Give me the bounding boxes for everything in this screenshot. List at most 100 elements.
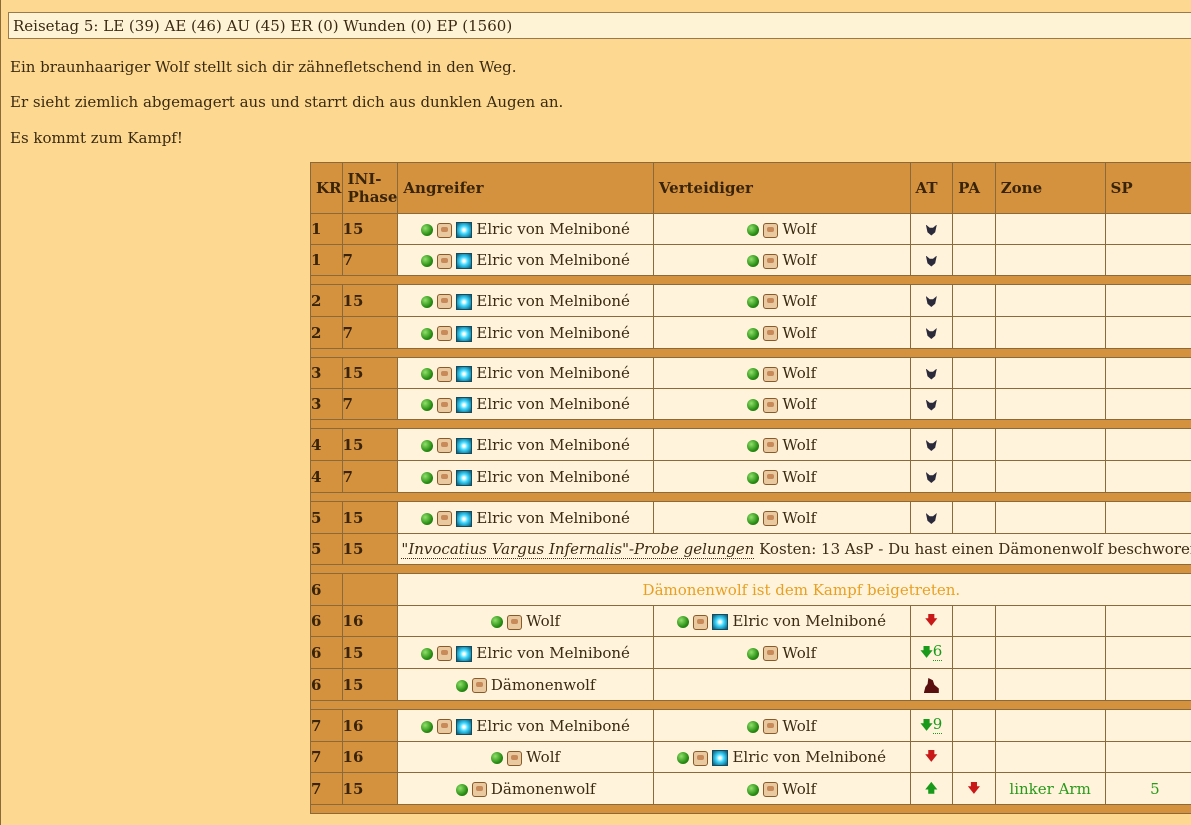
table-row: 3 7 Elric von Melniboné Wolf [310, 388, 1191, 420]
attacker-name[interactable]: Elric von Melniboné [476, 717, 629, 735]
at-cell [909, 213, 954, 245]
round-separator [309, 492, 1191, 502]
zone-cell [994, 460, 1106, 493]
green-down-arrow-icon: 🡇 [920, 717, 933, 732]
spell-cost-text: Kosten: 13 AsP - Du hast einen Dämonenwo… [754, 540, 1191, 558]
at-cell [909, 388, 954, 420]
zone-cell [994, 316, 1106, 349]
pa-cell [952, 388, 996, 420]
defender-name[interactable]: Wolf [782, 644, 816, 662]
fist-icon [437, 646, 453, 661]
defender-cell: Wolf [652, 460, 911, 493]
table-row: 4 15 Elric von Melniboné Wolf [310, 428, 1191, 461]
fist-icon [763, 294, 779, 309]
green-status-dot-icon [747, 720, 760, 733]
attacker-name[interactable]: Dämonenwolf [491, 676, 596, 694]
attacker-name[interactable]: Elric von Melniboné [476, 292, 629, 310]
at-cell [909, 316, 954, 349]
fist-icon [763, 397, 779, 413]
defender-name[interactable]: Wolf [782, 220, 816, 238]
attacker-name[interactable]: Wolf [526, 612, 560, 630]
fist-icon [763, 511, 779, 526]
defender-name[interactable]: Wolf [782, 509, 816, 527]
green-status-dot-icon [421, 255, 434, 267]
attacker-name[interactable]: Elric von Melniboné [476, 220, 629, 238]
defender-name[interactable]: Wolf [782, 717, 816, 735]
green-status-dot-icon [421, 368, 434, 380]
fist-icon [437, 366, 453, 382]
kr-cell: 1 [310, 213, 343, 245]
separator-cell [309, 564, 1191, 574]
page-frame-left [0, 0, 1, 825]
green-status-dot-icon [491, 752, 504, 764]
spell-check-link[interactable]: "Invocatius Vargus Infernalis"-Probe gel… [401, 540, 755, 559]
defender-name[interactable]: Wolf [782, 780, 816, 798]
fist-icon [437, 253, 453, 269]
separator-cell [309, 419, 1191, 429]
ini-cell: 15 [341, 284, 399, 317]
attacker-name[interactable]: Elric von Melniboné [476, 509, 629, 527]
magic-spark-icon [456, 293, 473, 310]
table-row: 1 7 Elric von Melniboné Wolf [310, 244, 1191, 276]
defender-cell: Elric von Melniboné [652, 741, 911, 773]
defender-name[interactable]: Wolf [782, 364, 816, 382]
green-status-dot-icon [747, 399, 760, 411]
at-cell: 🡇 [909, 741, 954, 773]
header-pa: PA [952, 162, 996, 214]
attacker-cell: Elric von Melniboné [397, 213, 654, 245]
attacker-name[interactable]: Elric von Melniboné [476, 324, 629, 342]
at-cell [909, 460, 954, 493]
header-defender: Verteidiger [652, 162, 911, 214]
magic-spark-icon [456, 325, 473, 342]
defender-name[interactable]: Wolf [782, 436, 816, 454]
attacker-name[interactable]: Elric von Melniboné [476, 468, 629, 486]
fist-icon [763, 646, 779, 661]
defender-name[interactable]: Wolf [782, 292, 816, 310]
wolf-head-icon [925, 296, 937, 307]
defender-name[interactable]: Wolf [782, 324, 816, 342]
attacker-name[interactable]: Elric von Melniboné [476, 364, 629, 382]
at-cell [909, 668, 954, 701]
kr-cell: 7 [310, 741, 343, 773]
attacker-cell: Elric von Melniboné [397, 244, 654, 276]
magic-spark-icon [456, 645, 473, 662]
at-roll-value[interactable]: 9 [932, 714, 943, 734]
zone-cell [994, 284, 1106, 317]
kr-cell: 7 [310, 709, 343, 742]
ini-cell: 15 [341, 213, 399, 245]
defender-cell: Wolf [652, 709, 911, 742]
round-separator [309, 348, 1191, 358]
defender-name[interactable]: Wolf [782, 468, 816, 486]
defender-name[interactable]: Wolf [782, 251, 816, 269]
zone-cell [994, 213, 1106, 245]
zone-cell [994, 501, 1106, 534]
fist-icon [437, 326, 453, 341]
attacker-name[interactable]: Wolf [526, 748, 560, 766]
magic-spark-icon [712, 750, 729, 766]
attacker-name[interactable]: Elric von Melniboné [476, 436, 629, 454]
green-status-dot-icon [747, 512, 760, 525]
pa-cell [952, 636, 996, 669]
pa-cell [952, 284, 996, 317]
kr-cell: 7 [310, 772, 343, 805]
table-row: 2 7 Elric von Melniboné Wolf [310, 316, 1191, 349]
spell-result-cell: "Invocatius Vargus Infernalis"-Probe gel… [397, 533, 1191, 565]
kr-cell: 5 [310, 501, 343, 534]
ini-cell: 7 [341, 388, 399, 420]
at-roll-value[interactable]: 6 [932, 641, 943, 661]
pa-cell [952, 244, 996, 276]
attacker-name[interactable]: Elric von Melniboné [476, 251, 629, 269]
attacker-name[interactable]: Dämonenwolf [491, 780, 596, 798]
attacker-cell: Elric von Melniboné [397, 284, 654, 317]
defender-cell: Wolf [652, 388, 911, 420]
defender-name[interactable]: Elric von Melniboné [732, 612, 885, 630]
fist-icon [437, 438, 453, 453]
defender-cell: Elric von Melniboné [652, 605, 911, 637]
green-up-arrow-icon: 🡅 [925, 780, 938, 795]
defender-name[interactable]: Wolf [782, 395, 816, 413]
attacker-name[interactable]: Elric von Melniboné [476, 644, 629, 662]
defender-name[interactable]: Elric von Melniboné [732, 748, 885, 766]
attacker-name[interactable]: Elric von Melniboné [476, 395, 629, 413]
table-row: 5 15 Elric von Melniboné Wolf [310, 501, 1191, 534]
fist-icon [437, 294, 453, 309]
